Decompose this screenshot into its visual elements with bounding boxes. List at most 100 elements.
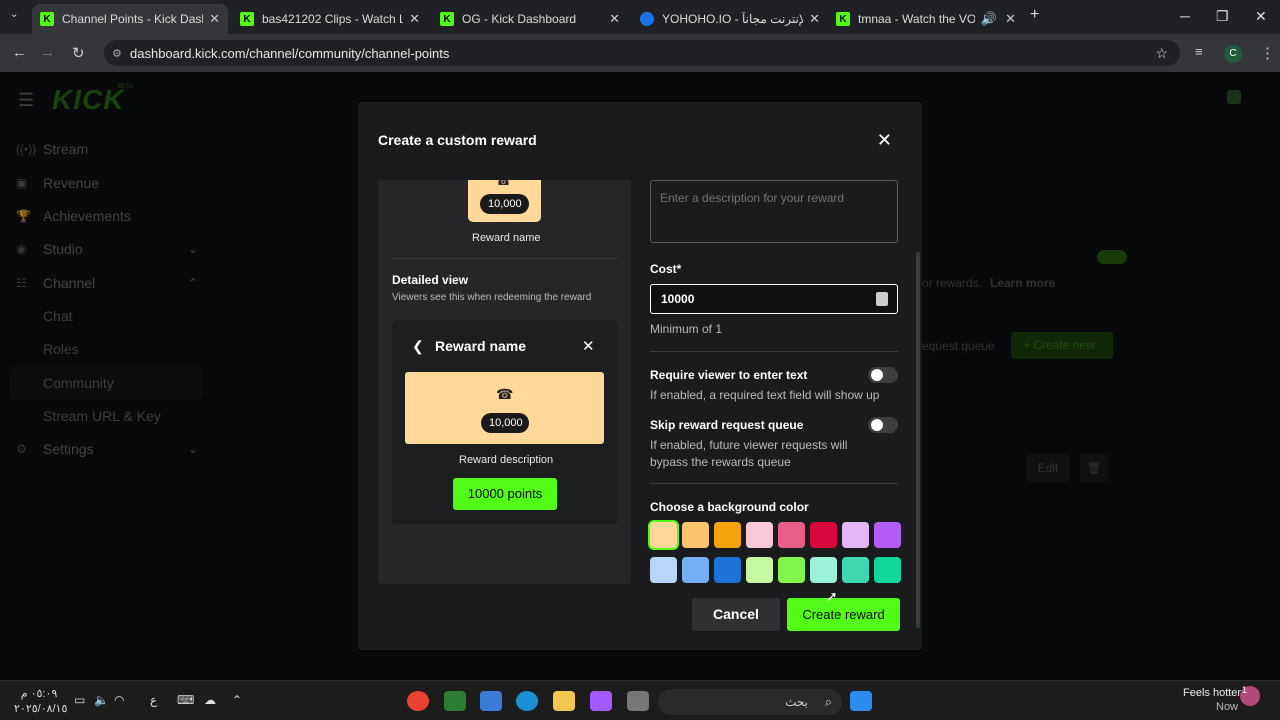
cost-value: 10000 [661,292,695,306]
maximize-icon[interactable]: ❐ [1216,8,1229,25]
color-swatch[interactable] [682,557,709,583]
tab-title: tmnaa - Watch the VOD on [858,12,975,26]
cost-pill: 10,000 [480,194,529,214]
skip-queue-toggle[interactable] [868,417,898,433]
kick-favicon-icon: K [40,12,54,26]
clock-date[interactable]: ٢٠٢٥/٠٨/١٥ [14,702,67,715]
color-swatch[interactable] [810,557,837,583]
color-swatch[interactable] [778,522,805,548]
tab-title: OG - Kick Dashboard [462,12,577,26]
color-swatch[interactable] [682,522,709,548]
edge-icon[interactable] [516,691,538,711]
menu-icon[interactable]: ⋮ [1260,44,1275,62]
stepper-icon[interactable] [876,292,888,306]
windows-start-icon[interactable] [850,691,872,711]
copilot-icon[interactable] [590,691,612,711]
color-swatch[interactable] [650,522,677,548]
color-swatch[interactable] [874,522,901,548]
site-info-icon[interactable]: ⚙ [112,47,122,60]
search-placeholder: بحث [785,695,808,709]
language-indicator[interactable]: ع [150,693,157,707]
chrome-icon[interactable] [407,691,429,711]
star-icon[interactable]: ☆ [1155,45,1168,62]
require-text-hint: If enabled, a required text field will s… [650,388,880,402]
tab-title: bas421202 Clips - Watch Live o [262,12,404,26]
close-icon[interactable]: ✕ [409,11,420,27]
store-icon[interactable] [480,691,502,711]
reload-icon[interactable]: ↻ [72,44,85,62]
detailed-view-title: Detailed view [392,273,469,287]
detail-reward-image: ☎ 10,000 [405,372,604,444]
color-swatch[interactable] [778,557,805,583]
window-close-icon[interactable]: ✕ [1255,8,1267,25]
skip-queue-hint: bypass the rewards queue [650,455,791,469]
create-reward-button[interactable]: Create reward [787,598,900,631]
color-swatch[interactable] [874,557,901,583]
divider [650,351,898,352]
url-field[interactable]: ⚙ dashboard.kick.com/channel/community/c… [104,40,1180,66]
forward-icon[interactable]: → [40,44,55,61]
close-icon[interactable]: ✕ [209,11,220,27]
tab-search-icon[interactable]: ⌄ [10,9,18,20]
app-icon[interactable] [444,691,466,711]
divider [650,483,898,484]
color-swatch[interactable] [842,557,869,583]
speaker-icon[interactable]: 🔊 [981,11,997,27]
close-icon[interactable]: ✕ [1005,11,1016,27]
taskbar: ٠٥:٠٩ م ٢٠٢٥/٠٨/١٥ ▭ 🔈 ◠ ع ⌨ ☁ ⌃ بحث ⌕ F… [0,680,1280,720]
tab-title: YOHOHO.IO - على الإنترنت مجاناً [662,12,803,26]
tab-clips[interactable]: K bas421202 Clips - Watch Live o ✕ [232,4,428,34]
volume-icon[interactable]: 🔈 [94,693,109,707]
back-icon[interactable]: ← [12,44,27,61]
folder-icon[interactable] [553,691,575,711]
kick-favicon-icon: K [240,12,254,26]
weather-title[interactable]: Feels hotter [1183,687,1241,699]
minimize-icon[interactable]: ─ [1180,8,1190,24]
close-icon[interactable]: ✕ [809,11,820,27]
require-text-title: Require viewer to enter text [650,368,808,382]
color-swatch[interactable] [746,522,773,548]
cancel-button[interactable]: Cancel [692,598,780,631]
cloud-off-icon[interactable]: ☁ [204,693,216,707]
color-swatch[interactable] [714,557,741,583]
keyboard-icon[interactable]: ⌨ [177,693,194,707]
phone-icon: ☎ [496,180,511,188]
reward-name-label: Reward name [472,232,541,244]
tab-channel-points[interactable]: K Channel Points - Kick Dashboar ✕ [32,4,228,34]
tab-tmnaa[interactable]: K tmnaa - Watch the VOD on 🔊 ✕ [828,4,1024,34]
weather-subtitle: Now [1216,701,1239,713]
kick-favicon-icon: K [836,12,850,26]
color-swatch[interactable] [714,522,741,548]
reward-preview: ☎ 10,000 Reward name Detailed view Viewe… [378,180,631,584]
taskbar-search[interactable]: بحث ⌕ [658,689,842,715]
chevron-up-icon[interactable]: ⌃ [232,693,242,707]
color-swatch[interactable] [842,522,869,548]
color-swatch[interactable] [810,522,837,548]
cost-label: Cost* [650,262,682,276]
color-swatch[interactable] [746,557,773,583]
close-icon[interactable]: ✕ [609,11,620,27]
tab-title: Channel Points - Kick Dashboar [62,12,203,26]
color-title: Choose a background color [650,500,809,514]
chevron-left-icon: ❮ [412,338,424,354]
color-swatch[interactable] [650,557,677,583]
cost-input[interactable]: 10000 [650,284,898,314]
description-input[interactable] [650,180,898,243]
profile-avatar[interactable]: C [1224,45,1242,63]
modal-scrollbar[interactable] [916,252,920,628]
tab-og-dashboard[interactable]: K OG - Kick Dashboard ✕ [432,4,628,34]
battery-icon[interactable]: ▭ [74,693,85,707]
new-tab-icon[interactable]: + [1030,6,1039,24]
require-text-toggle[interactable] [868,367,898,383]
task-view-icon[interactable] [627,691,649,711]
detailed-view-card: ❮ Reward name ✕ ☎ 10,000 Reward descript… [392,320,617,524]
notification-badge: 1 [1242,685,1248,695]
url-text: dashboard.kick.com/channel/community/cha… [130,45,450,61]
tab-yohoho[interactable]: YOHOHO.IO - على الإنترنت مجاناً ✕ [632,4,828,34]
modal-title: Create a custom reward [378,132,537,148]
media-icon[interactable]: ≡ [1195,44,1203,59]
wifi-icon[interactable]: ◠ [114,693,124,707]
close-icon[interactable]: ✕ [877,130,892,151]
search-icon: ⌕ [824,694,832,709]
clock-time[interactable]: ٠٥:٠٩ م [14,687,64,700]
